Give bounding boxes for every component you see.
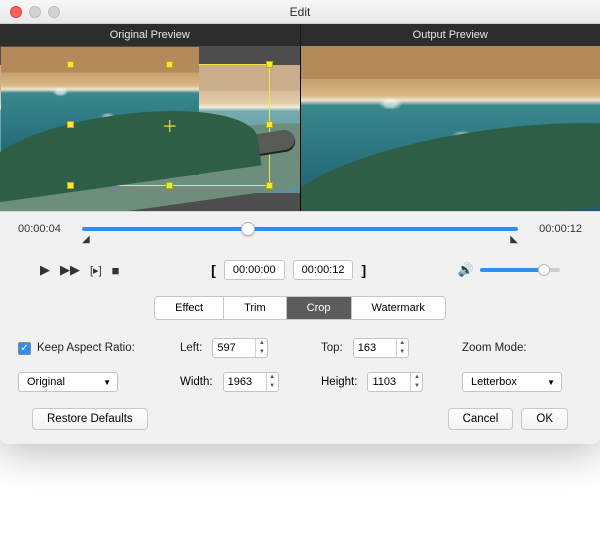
titlebar: Edit: [0, 0, 600, 24]
timeline-end-time: 00:00:12: [528, 223, 582, 235]
next-frame-icon[interactable]: [▸]: [90, 264, 102, 277]
crop-handle[interactable]: [266, 121, 273, 128]
in-marker-icon[interactable]: ◢: [82, 234, 90, 245]
out-marker-icon[interactable]: ◣: [510, 234, 518, 245]
aspect-ratio-value: Original: [27, 376, 65, 388]
width-label: Width:: [180, 376, 217, 388]
timeline-track[interactable]: [82, 222, 518, 236]
in-point-timecode[interactable]: 00:00:00: [224, 260, 285, 280]
tab-crop[interactable]: Crop: [287, 297, 352, 319]
keep-aspect-ratio-label: Keep Aspect Ratio:: [37, 342, 135, 354]
top-stepper[interactable]: ▲▼: [353, 338, 409, 358]
tab-effect[interactable]: Effect: [155, 297, 224, 319]
stepper-down-icon[interactable]: ▼: [411, 382, 422, 391]
crop-handle[interactable]: [166, 182, 173, 189]
width-field[interactable]: [224, 373, 266, 391]
timeline-start-time: 00:00:04: [18, 223, 72, 235]
stop-icon[interactable]: ■: [112, 263, 120, 278]
stepper-up-icon[interactable]: ▲: [256, 339, 267, 348]
crop-handle[interactable]: [266, 182, 273, 189]
ok-button[interactable]: OK: [521, 408, 568, 430]
stepper-up-icon[interactable]: ▲: [397, 339, 408, 348]
volume-slider[interactable]: [480, 268, 560, 272]
volume-icon[interactable]: 🔊: [458, 262, 474, 278]
restore-defaults-button[interactable]: Restore Defaults: [32, 408, 148, 430]
original-preview-header: Original Preview: [0, 24, 301, 46]
height-label: Height:: [321, 376, 361, 388]
height-stepper[interactable]: ▲▼: [367, 372, 423, 392]
left-field[interactable]: [213, 339, 255, 357]
height-field[interactable]: [368, 373, 410, 391]
stepper-down-icon[interactable]: ▼: [256, 348, 267, 357]
playback-controls: ▶ ▶▶ [▸] ■: [40, 262, 120, 278]
edit-tabs: Effect Trim Crop Watermark: [154, 296, 446, 320]
zoom-mode-select[interactable]: Letterbox ▼: [462, 372, 562, 392]
crop-handle[interactable]: [67, 182, 74, 189]
top-label: Top:: [321, 342, 347, 354]
crop-handle[interactable]: [166, 61, 173, 68]
stepper-up-icon[interactable]: ▲: [267, 373, 278, 382]
play-icon[interactable]: ▶: [40, 262, 50, 278]
crop-handle[interactable]: [67, 61, 74, 68]
timeline-playhead[interactable]: [241, 222, 255, 236]
window-title: Edit: [0, 5, 600, 19]
crop-center-crosshair-icon: ＋: [162, 113, 178, 137]
keep-aspect-ratio-checkbox[interactable]: ✓: [18, 342, 31, 355]
zoom-mode-value: Letterbox: [471, 376, 517, 388]
fast-forward-icon[interactable]: ▶▶: [60, 262, 80, 278]
crop-rectangle[interactable]: ＋: [70, 64, 270, 186]
cancel-button[interactable]: Cancel: [448, 408, 514, 430]
crop-handle[interactable]: [266, 61, 273, 68]
set-in-point-button[interactable]: [: [211, 262, 216, 278]
chevron-down-icon: ▼: [103, 378, 111, 387]
top-field[interactable]: [354, 339, 396, 357]
output-preview-header: Output Preview: [301, 24, 600, 46]
tab-trim[interactable]: Trim: [224, 297, 287, 319]
chevron-down-icon: ▼: [547, 378, 555, 387]
stepper-down-icon[interactable]: ▼: [267, 382, 278, 391]
stepper-down-icon[interactable]: ▼: [397, 348, 408, 357]
stepper-up-icon[interactable]: ▲: [411, 373, 422, 382]
left-stepper[interactable]: ▲▼: [212, 338, 268, 358]
zoom-mode-label: Zoom Mode:: [462, 342, 582, 354]
width-stepper[interactable]: ▲▼: [223, 372, 279, 392]
left-label: Left:: [180, 342, 206, 354]
aspect-ratio-select[interactable]: Original ▼: [18, 372, 118, 392]
original-preview-pane[interactable]: ＋: [0, 46, 301, 211]
crop-handle[interactable]: [67, 121, 74, 128]
set-out-point-button[interactable]: ]: [361, 262, 366, 278]
output-preview-pane: [301, 46, 600, 211]
tab-watermark[interactable]: Watermark: [352, 297, 445, 319]
out-point-timecode[interactable]: 00:00:12: [293, 260, 354, 280]
